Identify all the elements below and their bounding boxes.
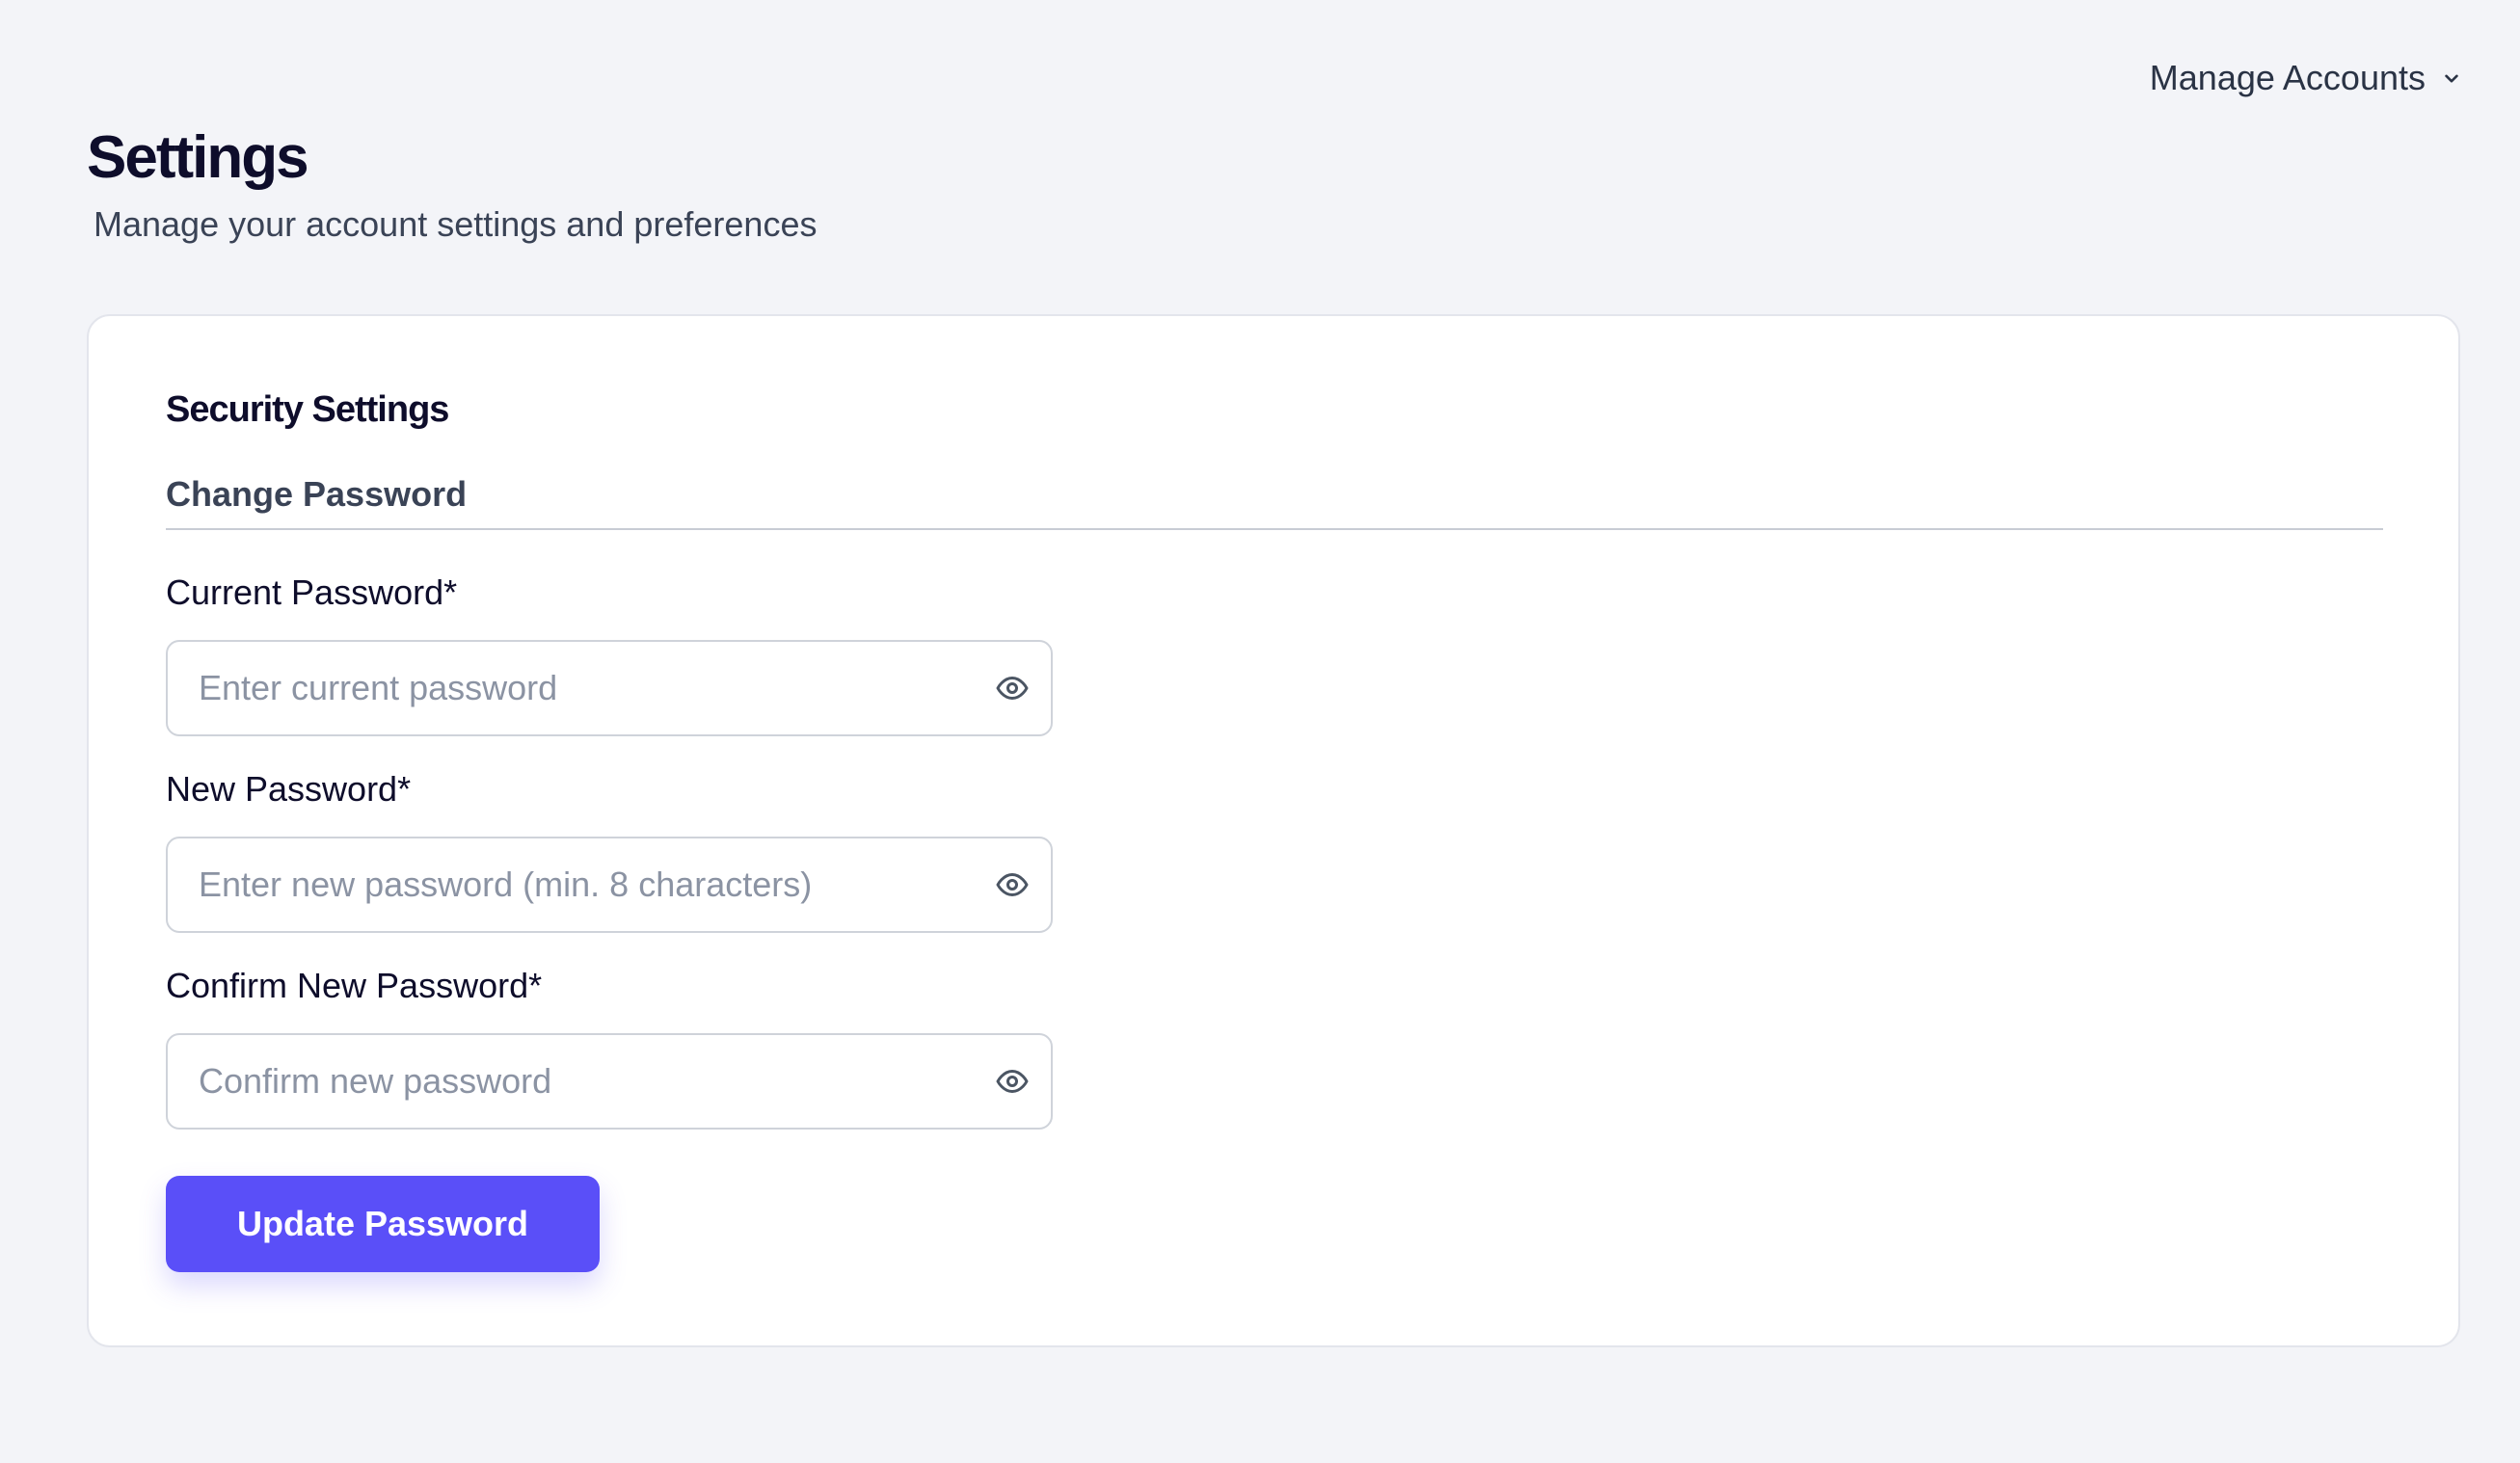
- change-password-heading: Change Password: [166, 474, 468, 514]
- new-password-field: [166, 837, 1053, 933]
- current-password-input[interactable]: [168, 642, 958, 734]
- eye-icon[interactable]: [995, 1064, 1030, 1099]
- current-password-field: [166, 640, 1053, 736]
- confirm-password-field: [166, 1033, 1053, 1130]
- page-subtitle: Manage your account settings and prefere…: [94, 204, 818, 244]
- security-settings-card: Security Settings Change Password Curren…: [87, 314, 2460, 1347]
- manage-accounts-label: Manage Accounts: [2149, 58, 2426, 97]
- section-divider: [166, 528, 2383, 530]
- chevron-down-icon: [2445, 74, 2458, 83]
- manage-accounts-dropdown[interactable]: Manage Accounts: [2150, 58, 2464, 98]
- page-title: Settings: [87, 124, 309, 191]
- current-password-label: Current Password*: [166, 572, 458, 612]
- update-password-button[interactable]: Update Password: [166, 1176, 600, 1272]
- security-settings-title: Security Settings: [166, 389, 449, 430]
- confirm-password-input[interactable]: [168, 1035, 958, 1128]
- eye-icon[interactable]: [995, 867, 1030, 902]
- confirm-password-label: Confirm New Password*: [166, 966, 543, 1005]
- eye-icon[interactable]: [995, 671, 1030, 705]
- new-password-input[interactable]: [168, 838, 958, 931]
- new-password-label: New Password*: [166, 769, 412, 809]
